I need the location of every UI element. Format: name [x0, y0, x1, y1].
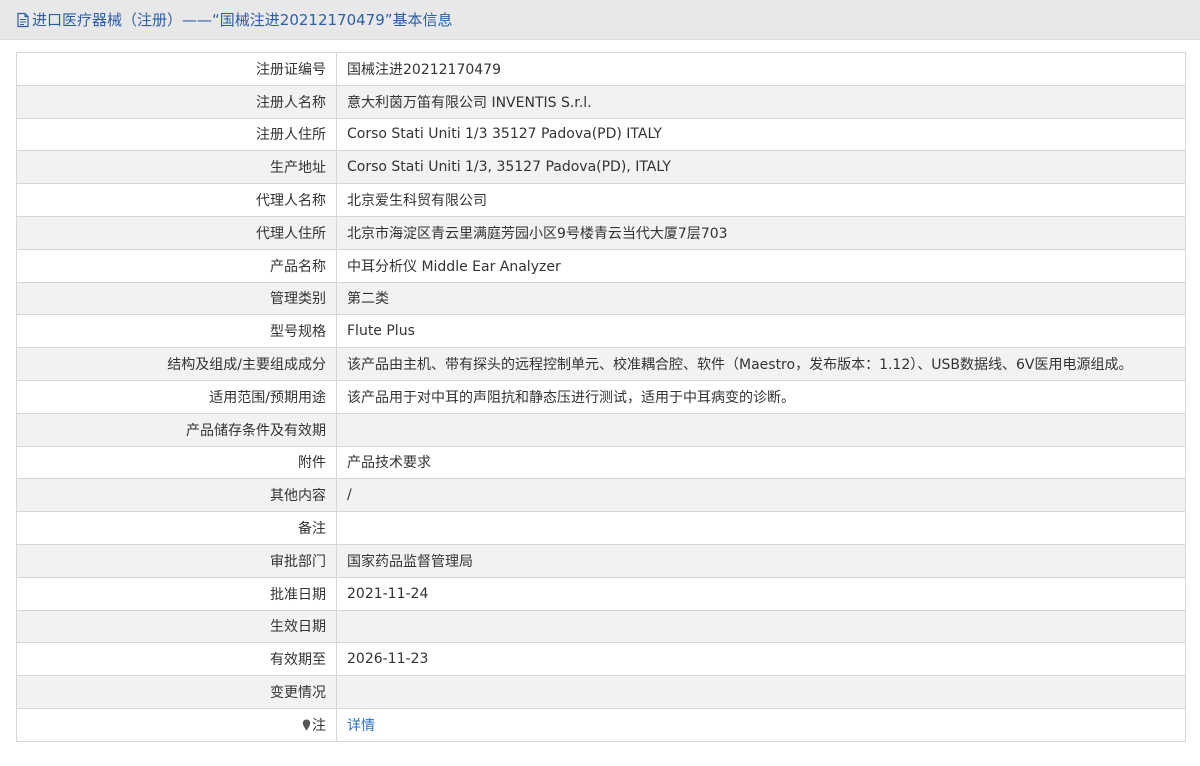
table-row: 其他内容 / [16, 478, 1186, 513]
table-row: 变更情况 [16, 675, 1186, 709]
table-row: 注册人名称 意大利茵万笛有限公司 INVENTIS S.r.l. [16, 84, 1186, 119]
field-label: 生效日期 [16, 609, 337, 644]
table-row: 注册人住所 Corso Stati Uniti 1/3 35127 Padova… [16, 117, 1186, 152]
field-value: 该产品由主机、带有探头的远程控制单元、校准耦合腔、软件（Maestro，发布版本… [336, 347, 1186, 381]
table-row: 生产地址 Corso Stati Uniti 1/3, 35127 Padova… [16, 150, 1186, 185]
table-row: 备注 [16, 511, 1186, 545]
info-table-body: 注册证编号 国械注进20212170479 注册人名称 意大利茵万笛有限公司 I… [16, 52, 1186, 742]
field-value: 2021-11-24 [336, 576, 1186, 611]
field-value: 国家药品监督管理局 [336, 543, 1186, 578]
field-label: 注册人住所 [16, 117, 337, 152]
table-row: 代理人名称 北京爱生科贸有限公司 [16, 183, 1186, 217]
table-row: 批准日期 2021-11-24 [16, 576, 1186, 611]
field-value: 2026-11-23 [336, 642, 1186, 677]
field-label: 附件 [16, 445, 337, 480]
table-row: 审批部门 国家药品监督管理局 [16, 543, 1186, 578]
field-label: 备注 [16, 511, 337, 545]
field-label: 管理类别 [16, 281, 337, 316]
field-label: 其他内容 [16, 478, 337, 513]
table-row: 产品储存条件及有效期 [16, 412, 1186, 447]
field-label: 代理人名称 [16, 183, 337, 217]
field-value: 国械注进20212170479 [336, 52, 1186, 86]
field-value: 该产品用于对中耳的声阻抗和静态压进行测试，适用于中耳病变的诊断。 [336, 379, 1186, 414]
field-label: 型号规格 [16, 314, 337, 349]
field-label: 注册证编号 [16, 52, 337, 86]
table-row: 适用范围/预期用途 该产品用于对中耳的声阻抗和静态压进行测试，适用于中耳病变的诊… [16, 379, 1186, 414]
field-label: 代理人住所 [16, 215, 337, 250]
field-label: 适用范围/预期用途 [16, 379, 337, 414]
note-label: 注 [312, 717, 326, 734]
field-value: Corso Stati Uniti 1/3 35127 Padova(PD) I… [336, 117, 1186, 152]
table-row: 代理人住所 北京市海淀区青云里满庭芳园小区9号楼青云当代大厦7层703 [16, 215, 1186, 250]
field-label: 审批部门 [16, 543, 337, 578]
table-row: 结构及组成/主要组成成分 该产品由主机、带有探头的远程控制单元、校准耦合腔、软件… [16, 347, 1186, 381]
title-bar: 进口医疗器械（注册）——“国械注进20212170479”基本信息 [0, 0, 1200, 40]
field-label: 变更情况 [16, 675, 337, 709]
field-label: 有效期至 [16, 642, 337, 677]
field-value [336, 675, 1186, 709]
field-value [336, 609, 1186, 644]
field-label: 产品名称 [16, 248, 337, 283]
field-value-note: 详情 [336, 707, 1186, 742]
table-row: 附件 产品技术要求 [16, 445, 1186, 480]
pin-icon [302, 719, 311, 731]
field-value: 第二类 [336, 281, 1186, 316]
info-table: 注册证编号 国械注进20212170479 注册人名称 意大利茵万笛有限公司 I… [16, 52, 1186, 742]
field-value: / [336, 478, 1186, 513]
field-label: 生产地址 [16, 150, 337, 185]
field-label: 批准日期 [16, 576, 337, 611]
table-row: 管理类别 第二类 [16, 281, 1186, 316]
field-value [336, 511, 1186, 545]
field-label: 结构及组成/主要组成成分 [16, 347, 337, 381]
table-row: 生效日期 [16, 609, 1186, 644]
table-row: 产品名称 中耳分析仪 Middle Ear Analyzer [16, 248, 1186, 283]
field-value: Corso Stati Uniti 1/3, 35127 Padova(PD),… [336, 150, 1186, 185]
field-value: Flute Plus [336, 314, 1186, 349]
table-row: 有效期至 2026-11-23 [16, 642, 1186, 677]
field-value: 北京市海淀区青云里满庭芳园小区9号楼青云当代大厦7层703 [336, 215, 1186, 250]
field-value [336, 412, 1186, 447]
field-label: 产品储存条件及有效期 [16, 412, 337, 447]
field-label-note: 注 [16, 707, 337, 742]
page: 进口医疗器械（注册）——“国械注进20212170479”基本信息 注册证编号 … [0, 0, 1200, 766]
table-row: 注册证编号 国械注进20212170479 [16, 52, 1186, 86]
page-title: 进口医疗器械（注册）——“国械注进20212170479”基本信息 [32, 11, 453, 29]
field-value: 中耳分析仪 Middle Ear Analyzer [336, 248, 1186, 283]
field-value: 产品技术要求 [336, 445, 1186, 480]
document-icon [17, 12, 29, 27]
details-link[interactable]: 详情 [347, 718, 375, 734]
field-label: 注册人名称 [16, 84, 337, 119]
table-row: 型号规格 Flute Plus [16, 314, 1186, 349]
field-value: 意大利茵万笛有限公司 INVENTIS S.r.l. [336, 84, 1186, 119]
table-row-note: 注 详情 [16, 707, 1186, 742]
field-value: 北京爱生科贸有限公司 [336, 183, 1186, 217]
